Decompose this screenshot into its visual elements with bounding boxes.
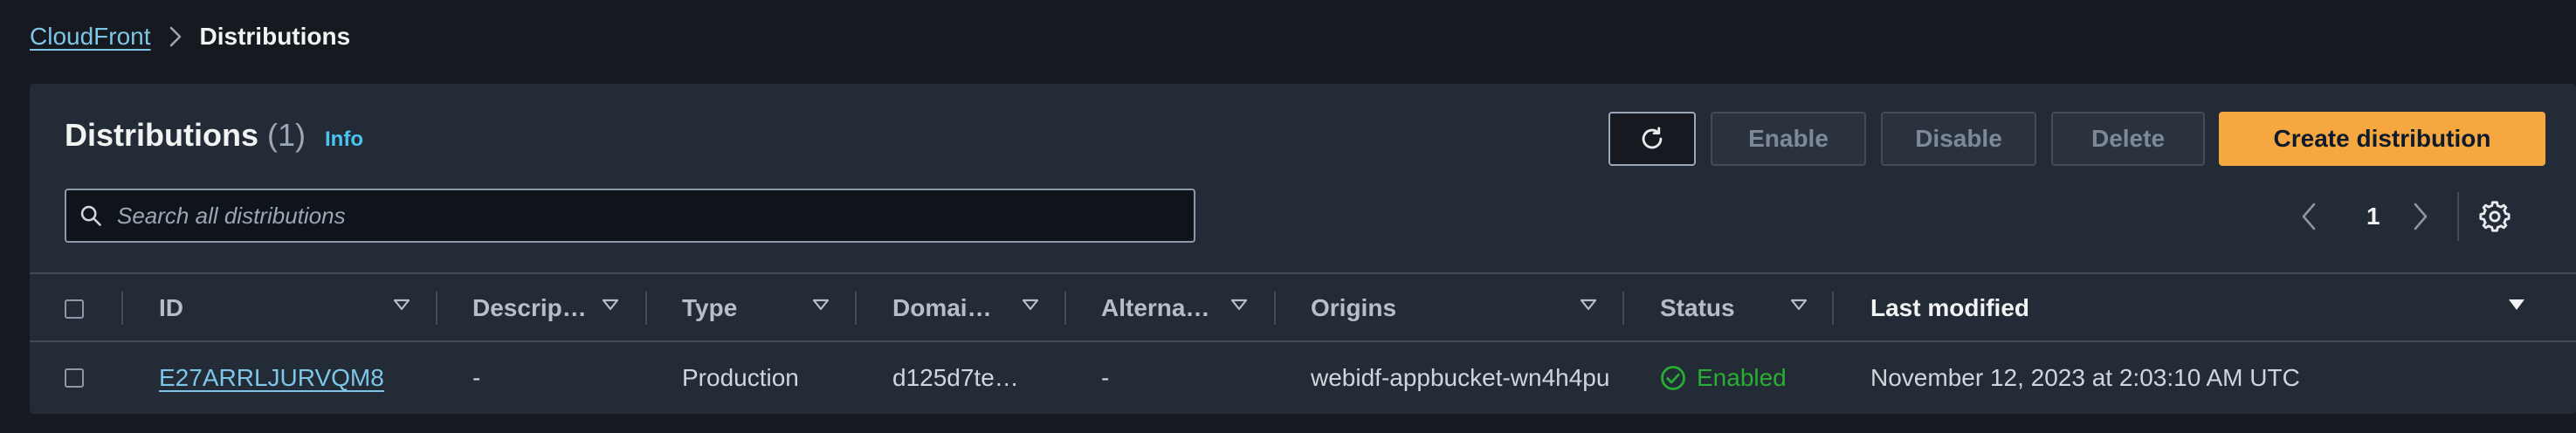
column-header-domain[interactable]: Domai… (892, 274, 992, 342)
status-cell: Enabled (1660, 342, 1787, 414)
search-icon (79, 203, 103, 228)
info-link[interactable]: Info (325, 127, 363, 152)
distribution-count: (1) (267, 117, 306, 153)
last-modified-cell: November 12, 2023 at 2:03:10 AM UTC (1870, 364, 2300, 391)
chevron-right-icon (2414, 203, 2428, 230)
breadcrumb-current: Distributions (199, 23, 351, 50)
caret-down-icon[interactable] (1790, 299, 1808, 311)
select-all-checkbox[interactable] (65, 299, 84, 319)
refresh-icon (1642, 127, 1663, 149)
column-divider (1274, 292, 1276, 325)
column-divider (645, 292, 647, 325)
chevron-right-icon (169, 25, 183, 48)
column-divider (436, 292, 437, 325)
column-divider (855, 292, 857, 325)
column-divider (1622, 292, 1624, 325)
column-header-origins[interactable]: Origins (1311, 274, 1396, 342)
enable-button[interactable]: Enable (1711, 112, 1866, 166)
previous-page-button[interactable] (2300, 192, 2318, 241)
column-divider (1832, 292, 1834, 325)
chevron-left-icon (2302, 203, 2316, 230)
check-circle-icon (1661, 366, 1685, 390)
description-cell: - (472, 364, 481, 391)
table-header: ID Descrip… Type Domai… Alterna… Origins… (30, 272, 2576, 342)
column-divider (1064, 292, 1066, 325)
status-text: Enabled (1697, 364, 1787, 391)
column-header-alternate-domains[interactable]: Alterna… (1101, 274, 1209, 342)
pager-divider (2457, 192, 2459, 241)
table-preferences-button[interactable] (2478, 200, 2511, 237)
next-page-button[interactable] (2412, 192, 2429, 241)
caret-down-icon[interactable] (812, 299, 830, 311)
breadcrumb: CloudFront Distributions (30, 19, 350, 54)
table-row[interactable]: E27ARRLJURVQM8 - Production d125d7te… - … (30, 342, 2576, 414)
distribution-id-link[interactable]: E27ARRLJURVQM8 (159, 364, 384, 392)
origins-cell: webidf-appbucket-wn4h4pu (1311, 364, 1610, 391)
column-divider (121, 292, 123, 325)
column-header-type[interactable]: Type (682, 274, 737, 342)
column-header-status[interactable]: Status (1660, 274, 1735, 342)
column-header-description[interactable]: Descrip… (472, 274, 587, 342)
domain-cell: d125d7te… (892, 364, 1019, 391)
panel-header: Distributions (1) Info (65, 117, 363, 154)
caret-down-icon[interactable] (1022, 299, 1039, 311)
create-distribution-button[interactable]: Create distribution (2219, 112, 2545, 166)
search-input[interactable] (115, 201, 1167, 230)
caret-down-icon[interactable] (393, 299, 410, 311)
caret-down-icon[interactable] (602, 299, 619, 311)
type-cell: Production (682, 364, 799, 391)
caret-down-icon[interactable] (1580, 299, 1597, 311)
row-checkbox[interactable] (65, 368, 84, 388)
page-title: Distributions (65, 117, 258, 153)
page-number[interactable]: 1 (2366, 192, 2380, 241)
distributions-panel: Distributions (1) Info Enable Disable De… (30, 84, 2576, 414)
disable-button[interactable]: Disable (1881, 112, 2036, 166)
delete-button[interactable]: Delete (2051, 112, 2205, 166)
column-header-id[interactable]: ID (159, 274, 183, 342)
refresh-button[interactable] (1608, 112, 1696, 166)
alternate-domains-cell: - (1101, 364, 1110, 391)
caret-down-icon[interactable] (2508, 299, 2525, 311)
search-field[interactable] (65, 189, 1195, 243)
gear-icon (2479, 201, 2511, 232)
column-header-last-modified[interactable]: Last modified (1870, 274, 2029, 342)
breadcrumb-cloudfront-link[interactable]: CloudFront (30, 23, 151, 51)
caret-down-icon[interactable] (1230, 299, 1248, 311)
